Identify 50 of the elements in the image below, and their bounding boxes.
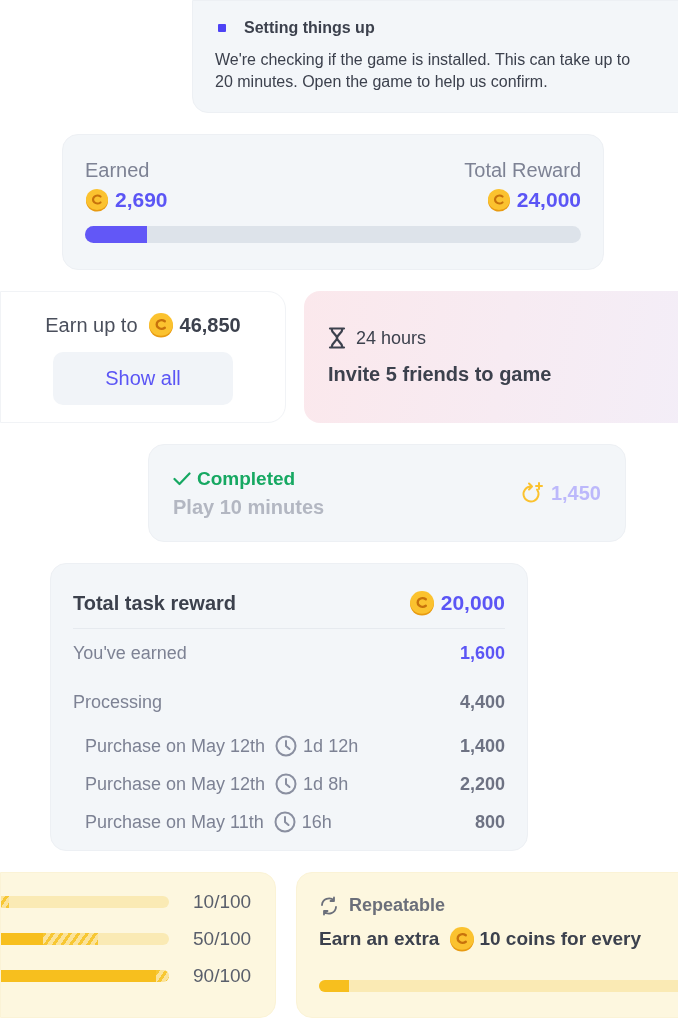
status-label: Completed [197,467,296,490]
purchase-label: Purchase on May 12th [85,773,266,795]
reward-amount: 1,450 [550,481,601,505]
clock-icon [275,773,298,795]
earned-amount: 2,690 [115,188,168,212]
progress-reading: 50/100 [193,928,252,950]
progress-reading: 90/100 [193,965,252,987]
task-title: Play 10 minutes [173,495,325,519]
coin-icon [486,188,511,212]
show-all-button[interactable]: Show all [53,352,233,405]
clock-icon [275,735,298,757]
task-title: 10 coins for every [479,928,641,950]
total-reward-label: Total Reward [464,159,581,182]
repeat-icon [319,895,339,916]
clock-icon [273,811,296,833]
time-left: 1d 8h [303,773,349,795]
purchase-label: Purchase on May 12th [85,735,266,757]
earned-amount: 1,600 [459,643,505,664]
invite-task-card[interactable]: 24 hours Invite 5 friends to game [304,291,678,423]
earn-up-amount: 46,850 [179,313,241,337]
coin-icon [449,926,476,952]
processing-label: Processing [73,692,163,713]
purchase-amount: 2,200 [459,773,505,795]
check-icon [173,471,191,486]
task-title: Earn an extra [319,928,440,950]
total-reward-title: Total task reward [73,591,237,615]
earned-label: You've earned [73,643,187,664]
coin-icon [147,312,174,338]
processing-amount: 4,400 [459,692,505,713]
duration-label: 24 hours [356,327,427,349]
notice-message: We're checking if the game is installed. This can take up to 20 minutes. Open the game to help us confirm. [215,50,632,92]
earn-up-label: Earn up to [45,313,138,337]
time-left: 1d 12h [303,735,359,757]
earned-label: Earned [85,159,151,182]
repeatable-task-card[interactable]: Repeatable Earn an extra 10 coins for every [296,872,678,1018]
progress-reading: 10/100 [193,891,252,913]
repeatable-label: Repeatable [349,895,446,916]
purchase-label: Purchase on May 11th [85,811,264,833]
hourglass-icon [328,327,346,349]
time-left: 16h [301,811,332,833]
total-reward-amount: 24,000 [516,188,581,212]
refresh-plus-icon [520,481,545,505]
purchase-amount: 800 [474,811,505,833]
coin-icon [85,188,109,212]
coin-icon [408,590,435,616]
task-title: Invite 5 friends to game [328,363,553,386]
notice-title: Setting things up [244,19,375,37]
purchase-amount: 1,400 [459,735,505,757]
status-icon [218,24,226,32]
total-reward-amount: 20,000 [440,591,505,615]
